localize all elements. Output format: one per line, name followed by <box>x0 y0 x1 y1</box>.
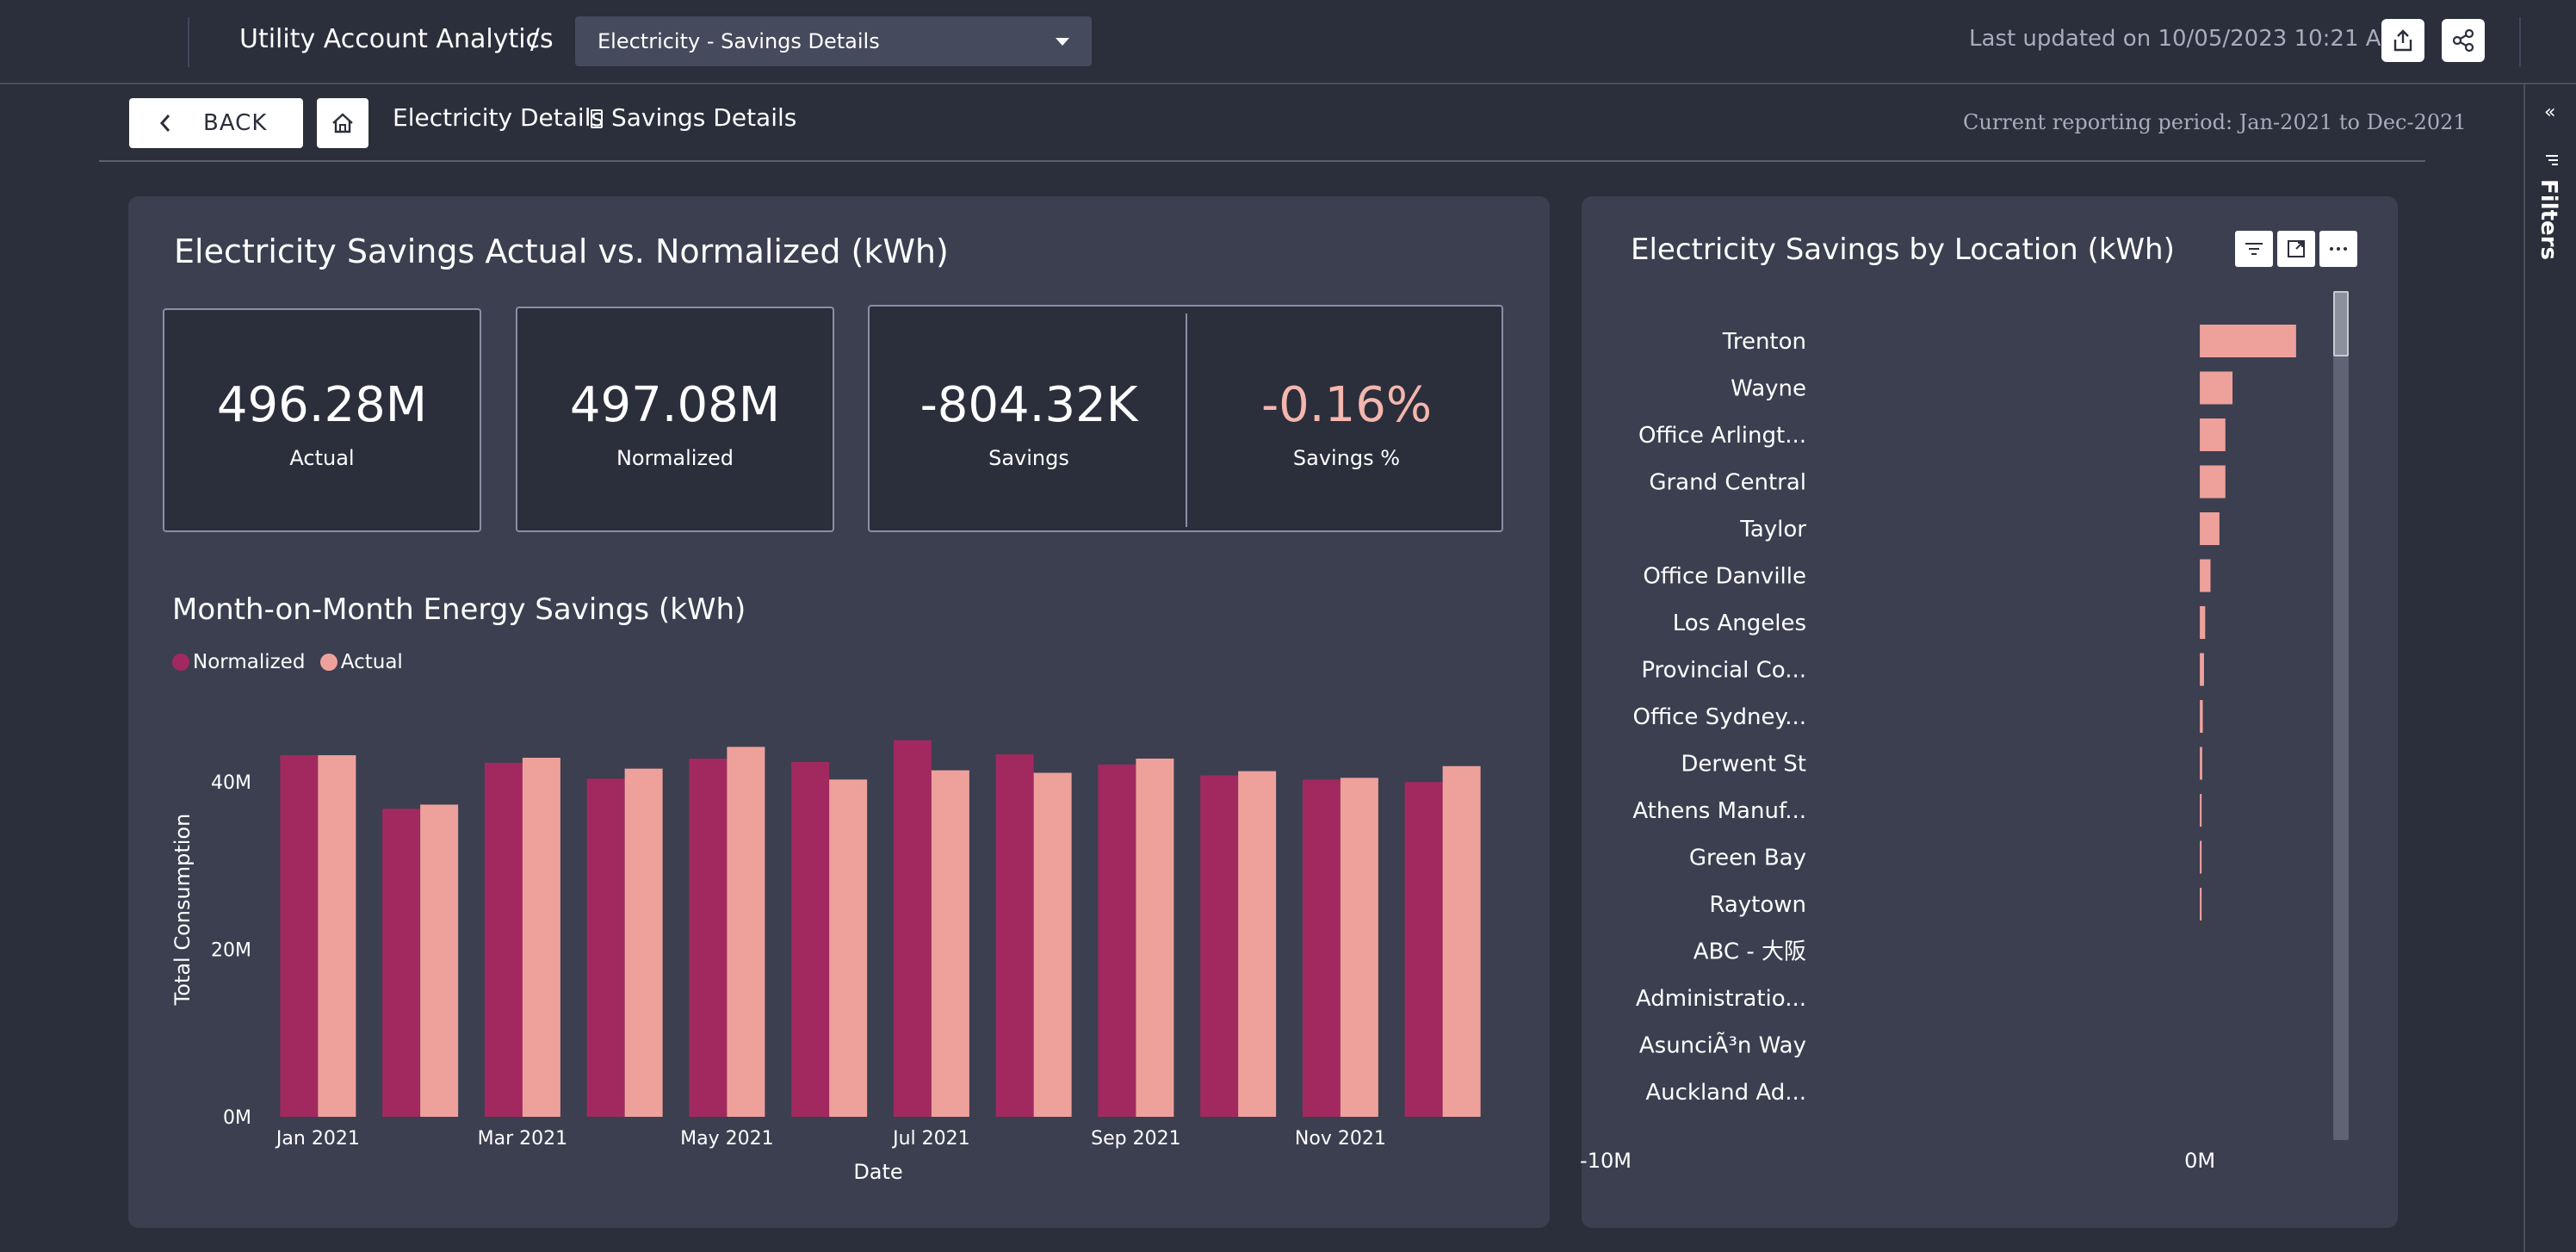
kpi-card-savings: -804.32K Savings -0.16% Savings % <box>868 305 1503 532</box>
kpi-card-normalized: 497.08M Normalized <box>516 307 834 532</box>
filter-lines-icon <box>2245 243 2263 255</box>
app-title: Utility Account Analytics <box>239 24 554 54</box>
back-button-label: BACK <box>203 110 268 136</box>
legend-label-actual: Actual <box>340 651 403 673</box>
location-panel-title: Electricity Savings by Location (kWh) <box>1631 232 2175 267</box>
double-chevron-left-icon[interactable]: « <box>2544 102 2555 123</box>
breadcrumb-savings-details: Savings Details <box>611 103 797 132</box>
filters-rail[interactable]: « Filters <box>2523 84 2576 1252</box>
legend-label-normalized: Normalized <box>193 651 306 673</box>
share-button[interactable] <box>2442 19 2485 62</box>
home-icon <box>332 113 353 133</box>
location-scrollbar-thumb[interactable] <box>2333 291 2349 356</box>
mom-chart-legend: Normalized Actual <box>172 651 403 673</box>
last-updated-text: Last updated on 10/05/2023 10:21 AM <box>1969 26 2400 52</box>
visual-filter-button[interactable] <box>2235 231 2273 267</box>
filters-label[interactable]: Filters <box>2536 179 2561 260</box>
export-button[interactable] <box>2381 19 2424 62</box>
mom-chart-title: Month-on-Month Energy Savings (kWh) <box>172 592 746 627</box>
home-button[interactable] <box>317 98 368 148</box>
back-button[interactable]: BACK <box>129 98 303 148</box>
kpi-normalized-label: Normalized <box>616 446 734 470</box>
title-separator: / <box>530 22 540 55</box>
kpi-savings-percent-label: Savings % <box>1292 446 1401 470</box>
legend-item-actual[interactable]: Actual <box>319 651 403 673</box>
expand-icon <box>2288 240 2305 257</box>
more-options-icon <box>2330 247 2347 251</box>
kpi-savings-percent-value: -0.16% <box>1260 377 1433 433</box>
location-scrollbar[interactable] <box>2333 291 2349 1140</box>
savings-panel-title: Electricity Savings Actual vs. Normalize… <box>174 232 949 270</box>
kpi-normalized-value: 497.08M <box>569 377 781 433</box>
focus-mode-button[interactable] <box>2277 231 2315 267</box>
kpi-card-actual: 496.28M Actual <box>163 308 481 532</box>
kpi-actual-label: Actual <box>289 446 355 470</box>
top-bar-divider-right <box>2519 17 2521 67</box>
kpi-actual-value: 496.28M <box>216 377 428 433</box>
page-select-value: Electricity - Savings Details <box>598 29 880 53</box>
reporting-period: Current reporting period: Jan-2021 to De… <box>1963 110 2467 134</box>
kpi-divider <box>1186 313 1187 527</box>
location-panel <box>1582 196 2398 1228</box>
export-icon <box>2393 29 2412 52</box>
legend-dot-normalized <box>172 654 189 671</box>
legend-item-normalized[interactable]: Normalized <box>172 651 305 673</box>
share-icon <box>2452 28 2474 53</box>
kpi-savings-value: -804.32K <box>920 377 1138 433</box>
filter-icon <box>2546 155 2558 165</box>
kpi-savings-label: Savings <box>988 446 1069 470</box>
chevron-left-icon <box>159 115 170 132</box>
subheader-divider <box>99 160 2425 162</box>
breadcrumb-electricity-details[interactable]: Electricity Details <box>393 103 604 132</box>
more-options-button[interactable] <box>2319 231 2357 267</box>
legend-dot-actual <box>319 654 337 671</box>
top-bar-divider <box>188 17 189 67</box>
chevron-down-icon <box>1056 38 1069 46</box>
page-select-dropdown[interactable]: Electricity - Savings Details <box>575 16 1092 66</box>
breadcrumb-separator-icon <box>591 109 603 128</box>
top-bar: Utility Account Analytics / Electricity … <box>0 0 2576 84</box>
